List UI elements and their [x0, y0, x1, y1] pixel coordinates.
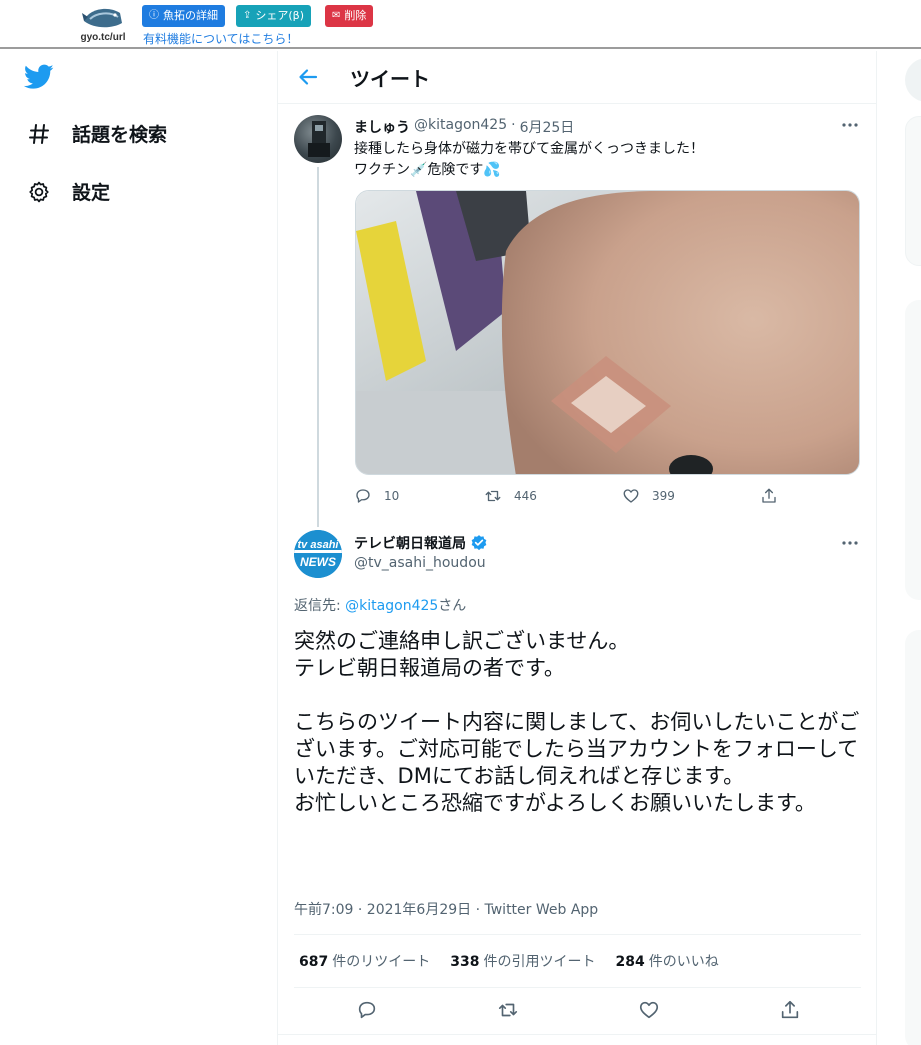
like-button[interactable]: 399 [622, 487, 675, 505]
nav-explore[interactable]: 話題を検索 [26, 120, 167, 147]
tweet-timestamp[interactable]: 午前7:09 · 2021年6月29日 · Twitter Web App [294, 899, 598, 919]
tv-asahi-news-logo-icon: tv asahi NEWS [294, 530, 342, 578]
like-count: 399 [652, 489, 675, 503]
retweet-button[interactable]: 446 [484, 487, 537, 505]
parent-tweet-header: ましゅう @kitagon425 · 6月25日 [354, 117, 574, 137]
gyotaku-logo-text: gyo.tc/url [80, 32, 126, 43]
page-header: ツイート [278, 51, 876, 104]
gyotaku-delete-button[interactable]: ✉ 削除 [325, 5, 374, 27]
sidebar-card [905, 630, 921, 1045]
nav-explore-label: 話題を検索 [72, 124, 168, 146]
gyotaku-share-label: シェア(β) [255, 9, 304, 22]
retweet-stat[interactable]: 687 件のリツイート [299, 951, 430, 971]
retweet-count: 446 [514, 489, 537, 503]
tweet-stats: 687 件のリツイート 338 件の引用ツイート 284 件のいいね [294, 934, 861, 988]
main-author-handle[interactable]: @tv_asahi_houdou [354, 555, 486, 571]
retweet-icon[interactable] [497, 999, 519, 1021]
quote-stat[interactable]: 338 件の引用ツイート [450, 951, 595, 971]
info-icon: ⓘ [149, 10, 159, 21]
verified-badge-icon [471, 535, 487, 551]
arm-photo-image [356, 191, 859, 474]
gyotaku-share-button[interactable]: ⇪ シェア(β) [236, 5, 311, 27]
retweet-stat-label: 件のリツイート [332, 954, 431, 970]
reply-to-line: 返信先: @kitagon425さん [294, 595, 466, 615]
gyotaku-logo[interactable]: gyo.tc/url [78, 3, 128, 45]
nav-settings-label: 設定 [72, 182, 111, 204]
left-navigation: 話題を検索 設定 [0, 51, 278, 1045]
more-options-icon[interactable] [840, 115, 860, 135]
main-tweet-text: 突然のご連絡申し訳ございません。 テレビ朝日報道局の者です。 こちらのツイート内… [294, 629, 860, 815]
gyotaku-detail-button[interactable]: ⓘ 魚拓の詳細 [142, 5, 225, 27]
avatar-text-top: tv asahi [298, 539, 340, 551]
mail-icon: ✉ [332, 10, 341, 21]
tweet-photo[interactable] [355, 190, 860, 475]
share-icon: ⇪ [243, 10, 252, 21]
share-icon [762, 488, 776, 503]
nav-settings[interactable]: 設定 [26, 178, 110, 205]
hashtag-icon [26, 121, 52, 147]
thread-line [317, 167, 319, 527]
main-author-row[interactable]: テレビ朝日報道局 [354, 533, 488, 553]
quote-stat-label: 件の引用ツイート [483, 954, 596, 970]
parent-tweet-line: 接種したら身体が磁力を帯びて金属がくっつきました！ [354, 141, 704, 157]
heart-icon [623, 489, 639, 503]
retweet-icon [485, 490, 501, 502]
gear-icon [26, 179, 52, 205]
main-column: ツイート ましゅう @kitagon425 · 6月25日 接種したら身体が磁力… [277, 51, 877, 1045]
avatar[interactable] [294, 115, 342, 163]
more-options-icon[interactable] [840, 533, 860, 553]
like-stat-label: 件のいいね [648, 954, 719, 970]
parent-tweet-text: 接種したら身体が磁力を帯びて金属がくっつきました！ ワクチン💉危険です💦 [354, 139, 854, 181]
quote-stat-count: 338 [450, 954, 480, 970]
parent-tweet-actions: 10 446 399 [354, 487, 784, 507]
page-title: ツイート [350, 67, 430, 91]
avatar-text-bottom: NEWS [300, 555, 336, 569]
share-icon[interactable] [779, 999, 801, 1021]
search-box[interactable] [905, 58, 921, 102]
reply-icon[interactable] [356, 999, 378, 1021]
main-author-name[interactable]: テレビ朝日報道局 [354, 533, 466, 553]
parent-tweet-line: ワクチン💉危険です💦 [354, 162, 501, 178]
main-tweet-actions [294, 999, 861, 1023]
heart-icon[interactable] [638, 999, 660, 1021]
gyotaku-detail-label: 魚拓の詳細 [163, 9, 218, 22]
reply-to-mention[interactable]: @kitagon425 [345, 598, 438, 614]
share-button[interactable] [760, 487, 778, 505]
twitter-bird-icon[interactable] [24, 64, 54, 90]
sidebar-card [905, 300, 921, 600]
divider [278, 1034, 876, 1035]
like-stat-count: 284 [615, 954, 645, 970]
reply-icon [356, 489, 370, 503]
retweet-stat-count: 687 [299, 954, 329, 970]
fish-logo-icon [82, 8, 122, 28]
gyotaku-toolbar: gyo.tc/url ⓘ 魚拓の詳細 ⇪ シェア(β) ✉ 削除 有料機能につい… [0, 0, 921, 49]
sidebar-card [905, 116, 921, 266]
parent-tweet-date[interactable]: 6月25日 [520, 117, 575, 137]
separator: · [511, 117, 516, 133]
reply-to-prefix: 返信先: [294, 598, 346, 614]
reply-to-suffix: さん [438, 598, 467, 614]
like-stat[interactable]: 284 件のいいね [615, 951, 718, 971]
reply-count: 10 [384, 489, 400, 503]
avatar[interactable]: tv asahi NEWS [294, 530, 342, 578]
gyotaku-delete-label: 削除 [344, 9, 367, 22]
back-arrow-icon[interactable] [296, 65, 320, 89]
paid-features-link[interactable]: 有料機能についてはこちら！ [143, 30, 298, 47]
parent-author-handle[interactable]: @kitagon425 [414, 117, 507, 137]
reply-button[interactable]: 10 [354, 487, 399, 505]
parent-author-name[interactable]: ましゅう [354, 117, 410, 137]
avatar-photo-icon [308, 121, 330, 157]
